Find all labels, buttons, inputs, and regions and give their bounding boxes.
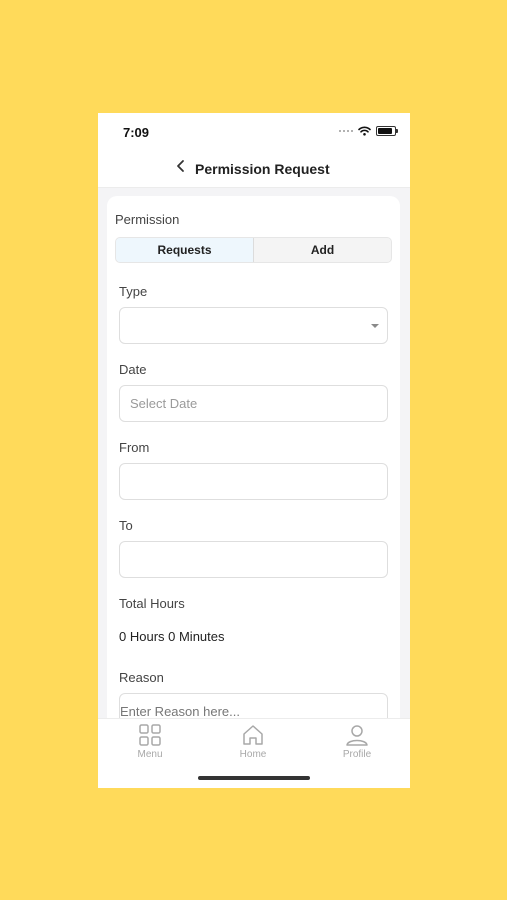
date-placeholder: Select Date	[130, 396, 198, 411]
tab-menu-label: Menu	[137, 749, 163, 760]
tab-menu[interactable]: Menu	[120, 723, 180, 760]
reason-label: Reason	[119, 670, 164, 685]
reason-placeholder: Enter Reason here...	[120, 704, 240, 718]
battery-icon	[376, 126, 398, 136]
total-hours-label: Total Hours	[119, 596, 185, 611]
dropdown-caret-icon	[371, 324, 379, 328]
user-icon	[346, 725, 368, 746]
from-label: From	[119, 440, 150, 455]
to-label: To	[119, 518, 133, 533]
signal-icon	[339, 130, 353, 132]
tab-home[interactable]: Home	[223, 723, 283, 760]
tab-home-label: Home	[239, 749, 267, 760]
tab-profile[interactable]: Profile	[327, 723, 387, 760]
page-title: Permission Request	[195, 161, 330, 177]
type-select[interactable]	[119, 307, 388, 344]
reason-input[interactable]: Enter Reason here...	[119, 693, 388, 718]
back-chevron-icon[interactable]	[173, 158, 189, 174]
content-area: Permission Requests Add Type Date Select…	[98, 188, 410, 718]
form-card: Permission Requests Add Type Date Select…	[107, 196, 400, 718]
status-bar: 7:09	[98, 113, 410, 149]
tab-profile-label: Profile	[342, 749, 372, 760]
status-time: 7:09	[123, 125, 150, 140]
nav-bar: Permission Request	[98, 149, 410, 188]
type-label: Type	[119, 284, 148, 299]
from-input[interactable]	[119, 463, 388, 500]
segment-control: Requests Add	[115, 237, 392, 263]
date-input[interactable]: Select Date	[119, 385, 388, 422]
wifi-icon	[358, 126, 371, 136]
section-label: Permission	[115, 212, 180, 227]
segment-requests[interactable]: Requests	[116, 238, 253, 262]
segment-add[interactable]: Add	[253, 238, 391, 262]
home-indicator	[198, 776, 310, 780]
phone-screen: 7:09 Permission Request Permission Reque…	[98, 113, 410, 788]
grid-icon	[139, 724, 161, 746]
home-icon	[243, 725, 263, 745]
status-icons	[339, 126, 398, 136]
total-hours-value: 0 Hours 0 Minutes	[119, 629, 225, 644]
to-input[interactable]	[119, 541, 388, 578]
date-label: Date	[119, 362, 147, 377]
